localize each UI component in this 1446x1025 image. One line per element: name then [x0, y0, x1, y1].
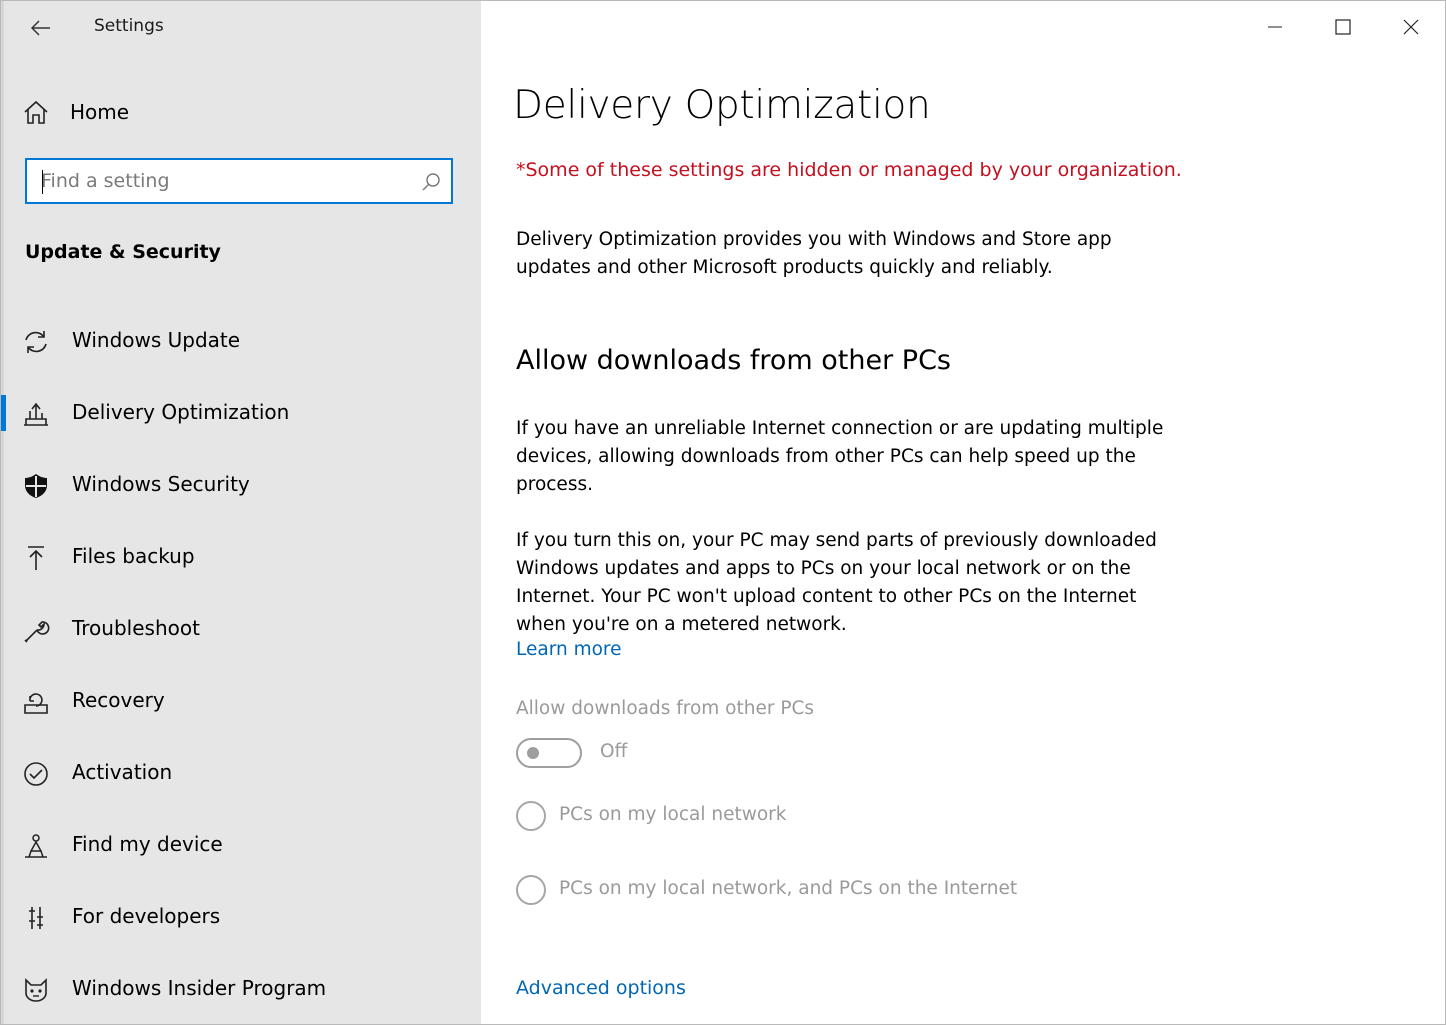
- allow-downloads-toggle[interactable]: [516, 738, 582, 768]
- selection-indicator: [1, 395, 6, 431]
- main-content: Delivery Optimization *Some of these set…: [481, 1, 1445, 1024]
- upload-arrow-icon: [22, 545, 50, 571]
- recovery-icon: [22, 689, 50, 715]
- section-title: Update & Security: [25, 241, 221, 263]
- sidebar-item-windows-update[interactable]: Windows Update: [4, 305, 481, 377]
- sidebar-item-label: Windows Update: [72, 328, 241, 352]
- maximize-icon: [1335, 19, 1351, 35]
- managed-notice: *Some of these settings are hidden or ma…: [516, 159, 1182, 181]
- text-caret: [42, 170, 43, 194]
- sidebar-item-label: Recovery: [72, 688, 165, 712]
- search-input[interactable]: [41, 160, 401, 202]
- sidebar-item-troubleshoot[interactable]: Troubleshoot: [4, 593, 481, 665]
- sidebar: Settings Home Update & Security: [1, 1, 481, 1024]
- sidebar-item-label: Windows Insider Program: [72, 976, 327, 1000]
- sidebar-nav: Windows Update Delivery Optimization Win…: [1, 305, 481, 1024]
- home-nav-item[interactable]: Home: [22, 91, 129, 133]
- insider-cat-icon: [22, 977, 50, 1003]
- back-button[interactable]: [24, 11, 58, 45]
- sidebar-item-label: Find my device: [72, 832, 223, 856]
- maximize-button[interactable]: [1309, 1, 1377, 53]
- developer-tools-icon: [22, 905, 50, 931]
- sidebar-item-label: For developers: [72, 904, 221, 928]
- delivery-optimization-icon: [22, 401, 50, 427]
- sync-icon: [22, 329, 50, 355]
- close-button[interactable]: [1377, 1, 1445, 53]
- sidebar-item-delivery-optimization[interactable]: Delivery Optimization: [1, 377, 481, 449]
- info-paragraph: If you have an unreliable Internet conne…: [516, 418, 1164, 495]
- radio-local-and-internet[interactable]: [516, 875, 546, 905]
- sidebar-item-windows-insider-program[interactable]: Windows Insider Program: [4, 953, 481, 1024]
- toggle-state: Off: [600, 741, 628, 762]
- sidebar-item-label: Files backup: [72, 544, 195, 568]
- search-box[interactable]: [25, 158, 453, 204]
- learn-more-link[interactable]: Learn more: [516, 639, 622, 660]
- sidebar-item-label: Delivery Optimization: [72, 400, 290, 424]
- back-arrow-icon: [31, 20, 50, 36]
- sidebar-item-find-my-device[interactable]: Find my device: [4, 809, 481, 881]
- section-heading: Allow downloads from other PCs: [516, 345, 951, 376]
- home-icon: [24, 100, 48, 124]
- close-icon: [1403, 19, 1419, 35]
- sidebar-item-for-developers[interactable]: For developers: [4, 881, 481, 953]
- app-title: Settings: [94, 16, 164, 36]
- sidebar-item-files-backup[interactable]: Files backup: [4, 521, 481, 593]
- sidebar-item-recovery[interactable]: Recovery: [4, 665, 481, 737]
- person-location-icon: [22, 833, 50, 859]
- radio-label: PCs on my local network, and PCs on the …: [559, 878, 1018, 899]
- sidebar-item-activation[interactable]: Activation: [4, 737, 481, 809]
- minimize-icon: [1268, 26, 1282, 28]
- info-paragraph: If you turn this on, your PC may send pa…: [516, 530, 1157, 635]
- check-circle-icon: [22, 761, 50, 787]
- sidebar-item-label: Troubleshoot: [72, 616, 200, 640]
- shield-icon: [22, 473, 50, 499]
- radio-label: PCs on my local network: [559, 804, 787, 825]
- sidebar-item-label: Activation: [72, 760, 173, 784]
- sidebar-item-label: Windows Security: [72, 472, 250, 496]
- toggle-label: Allow downloads from other PCs: [516, 698, 815, 719]
- minimize-button[interactable]: [1241, 1, 1309, 53]
- radio-local-network[interactable]: [516, 801, 546, 831]
- page-title: Delivery Optimization: [513, 83, 931, 128]
- wrench-icon: [22, 617, 50, 643]
- sidebar-item-windows-security[interactable]: Windows Security: [4, 449, 481, 521]
- advanced-options-link[interactable]: Advanced options: [516, 977, 686, 999]
- page-description: Delivery Optimization provides you with …: [516, 229, 1112, 278]
- home-label: Home: [70, 100, 130, 124]
- search-icon[interactable]: [421, 172, 441, 192]
- window-controls: [1241, 1, 1445, 53]
- toggle-knob: [527, 747, 539, 759]
- settings-window: Settings Home Update & Security: [0, 0, 1446, 1025]
